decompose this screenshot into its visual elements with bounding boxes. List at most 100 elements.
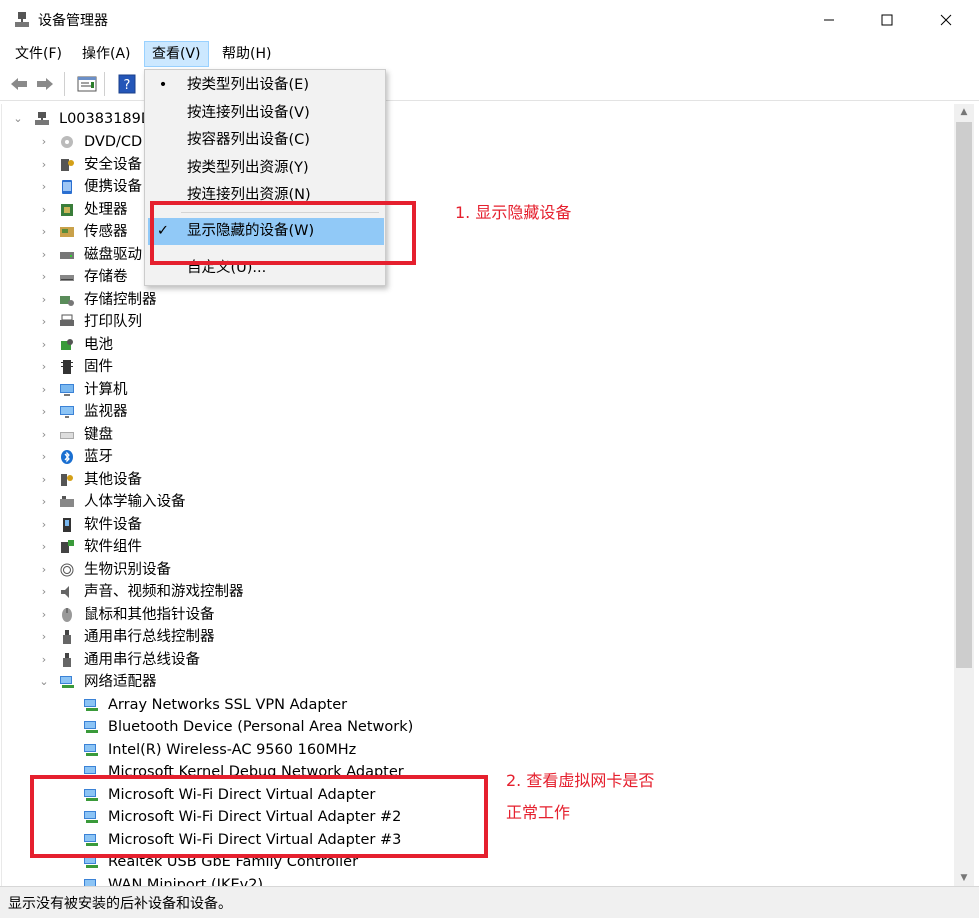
tree-category-label: 生物识别设备: [84, 561, 171, 578]
menu-item-devices-by-connection[interactable]: 按连接列出设备(V): [145, 100, 385, 127]
tree-category-row[interactable]: › 电池: [2, 334, 602, 356]
network-adapter-row[interactable]: Intel(R) Wireless-AC 9560 160MHz: [2, 739, 602, 761]
tree-category-row[interactable]: › 蓝牙: [2, 446, 602, 468]
annotation-note-2-line-2: 正常工作: [506, 803, 571, 822]
tree-category-row[interactable]: › 鼠标和其他指针设备: [2, 604, 602, 626]
chevron-right-icon[interactable]: ›: [38, 311, 50, 333]
chevron-right-icon[interactable]: ›: [38, 379, 50, 401]
computer-icon: [59, 382, 75, 398]
status-text: 显示没有被安装的后补设备和设备。: [8, 896, 232, 912]
chevron-right-icon[interactable]: ›: [38, 581, 50, 603]
network-adapter-icon: [83, 877, 99, 886]
chevron-right-icon[interactable]: ›: [38, 469, 50, 491]
tree-category-row[interactable]: › 监视器: [2, 401, 602, 423]
tree-category-row[interactable]: › 键盘: [2, 424, 602, 446]
minimize-button[interactable]: [800, 0, 858, 40]
mouse-icon: [59, 607, 75, 623]
tree-category-label: DVD/CD: [84, 134, 143, 150]
chevron-right-icon[interactable]: ›: [38, 289, 50, 311]
network-adapter-label: Intel(R) Wireless-AC 9560 160MHz: [108, 741, 357, 758]
usb-icon: [59, 652, 75, 668]
annotation-box-virtual-adapters: [30, 775, 488, 858]
tree-category-row[interactable]: › 固件: [2, 356, 602, 378]
menu-item-resources-by-type[interactable]: 按类型列出资源(Y): [145, 155, 385, 182]
chevron-right-icon[interactable]: ›: [38, 356, 50, 378]
tree-category-row[interactable]: › 计算机: [2, 379, 602, 401]
bluetooth-icon: [59, 449, 75, 465]
chevron-right-icon[interactable]: ›: [38, 649, 50, 671]
menu-view[interactable]: 查看(V): [144, 41, 209, 67]
scroll-up-icon[interactable]: ▲: [954, 104, 974, 120]
chevron-right-icon[interactable]: ›: [38, 176, 50, 198]
tree-category-label: 存储控制器: [84, 291, 157, 308]
vertical-scrollbar[interactable]: ▲ ▼: [954, 104, 974, 886]
tree-category-row[interactable]: › 其他设备: [2, 469, 602, 491]
menu-file[interactable]: 文件(F): [8, 42, 69, 66]
chevron-right-icon[interactable]: ›: [38, 401, 50, 423]
tree-category-row[interactable]: › 通用串行总线设备: [2, 649, 602, 671]
chevron-right-icon[interactable]: ›: [38, 514, 50, 536]
radio-bullet-icon: •: [158, 77, 168, 93]
tree-category-row[interactable]: › 存储控制器: [2, 289, 602, 311]
tree-category-row[interactable]: › 软件组件: [2, 536, 602, 558]
keyboard-icon: [59, 427, 75, 443]
chevron-down-icon[interactable]: ⌄: [12, 108, 24, 130]
network-adapter-icon: [83, 719, 99, 735]
help-icon[interactable]: ?: [116, 73, 138, 95]
network-adapter-row[interactable]: Bluetooth Device (Personal Area Network): [2, 716, 602, 738]
printer-icon: [59, 314, 75, 330]
chevron-right-icon[interactable]: ›: [38, 221, 50, 243]
tree-category-label: 键盘: [84, 426, 113, 443]
processor-icon: [59, 202, 75, 218]
menu-action[interactable]: 操作(A): [75, 42, 138, 66]
other-device-icon: [59, 472, 75, 488]
title-bar: 设备管理器: [0, 0, 979, 40]
chevron-right-icon[interactable]: ›: [38, 491, 50, 513]
network-adapter-row[interactable]: Array Networks SSL VPN Adapter: [2, 694, 602, 716]
tree-category-row[interactable]: › 人体学输入设备: [2, 491, 602, 513]
chevron-right-icon[interactable]: ›: [38, 131, 50, 153]
chevron-right-icon[interactable]: ›: [38, 424, 50, 446]
tree-category-row[interactable]: ⌄ 网络适配器: [2, 671, 602, 693]
forward-icon[interactable]: [34, 73, 56, 95]
tree-category-label: 其他设备: [84, 471, 142, 488]
annotation-box-show-hidden: [150, 201, 416, 265]
chevron-right-icon[interactable]: ›: [38, 559, 50, 581]
chevron-right-icon[interactable]: ›: [38, 334, 50, 356]
chevron-right-icon[interactable]: ›: [38, 154, 50, 176]
tree-category-row[interactable]: › 软件设备: [2, 514, 602, 536]
chevron-right-icon[interactable]: ›: [38, 446, 50, 468]
software-device-icon: [59, 517, 75, 533]
chevron-right-icon[interactable]: ›: [38, 266, 50, 288]
network-adapter-row[interactable]: WAN Miniport (IKEv2): [2, 874, 602, 886]
dvd-icon: [59, 134, 75, 150]
close-button[interactable]: [917, 0, 975, 40]
chevron-right-icon[interactable]: ›: [38, 536, 50, 558]
toolbar-separator: [104, 72, 105, 96]
menu-item-label: 按类型列出资源(Y): [187, 160, 309, 176]
chevron-right-icon[interactable]: ›: [38, 604, 50, 626]
portable-device-icon: [59, 179, 75, 195]
tree-category-row[interactable]: › 打印队列: [2, 311, 602, 333]
tree-category-row[interactable]: › 生物识别设备: [2, 559, 602, 581]
back-icon[interactable]: [8, 73, 30, 95]
maximize-button[interactable]: [858, 0, 916, 40]
chevron-down-icon[interactable]: ⌄: [38, 671, 50, 693]
tree-category-label: 便携设备: [84, 179, 142, 195]
scrollbar-thumb[interactable]: [956, 122, 972, 668]
menu-item-label: 按类型列出设备(E): [187, 77, 309, 93]
chevron-right-icon[interactable]: ›: [38, 244, 50, 266]
tree-category-row[interactable]: › 声音、视频和游戏控制器: [2, 581, 602, 603]
annotation-note-2-line-1: 2. 查看虚拟网卡是否: [506, 771, 655, 790]
chevron-right-icon[interactable]: ›: [38, 626, 50, 648]
tree-category-label: 处理器: [84, 201, 128, 218]
tree-category-row[interactable]: › 通用串行总线控制器: [2, 626, 602, 648]
properties-icon[interactable]: [76, 73, 98, 95]
menu-item-devices-by-type[interactable]: • 按类型列出设备(E): [145, 72, 385, 99]
menu-help[interactable]: 帮助(H): [215, 42, 278, 66]
tree-category-label: 蓝牙: [84, 449, 113, 465]
scroll-down-icon[interactable]: ▼: [954, 870, 974, 886]
chevron-right-icon[interactable]: ›: [38, 199, 50, 221]
menu-item-devices-by-container[interactable]: 按容器列出设备(C): [145, 127, 385, 154]
menu-item-label: 按连接列出设备(V): [187, 105, 310, 121]
